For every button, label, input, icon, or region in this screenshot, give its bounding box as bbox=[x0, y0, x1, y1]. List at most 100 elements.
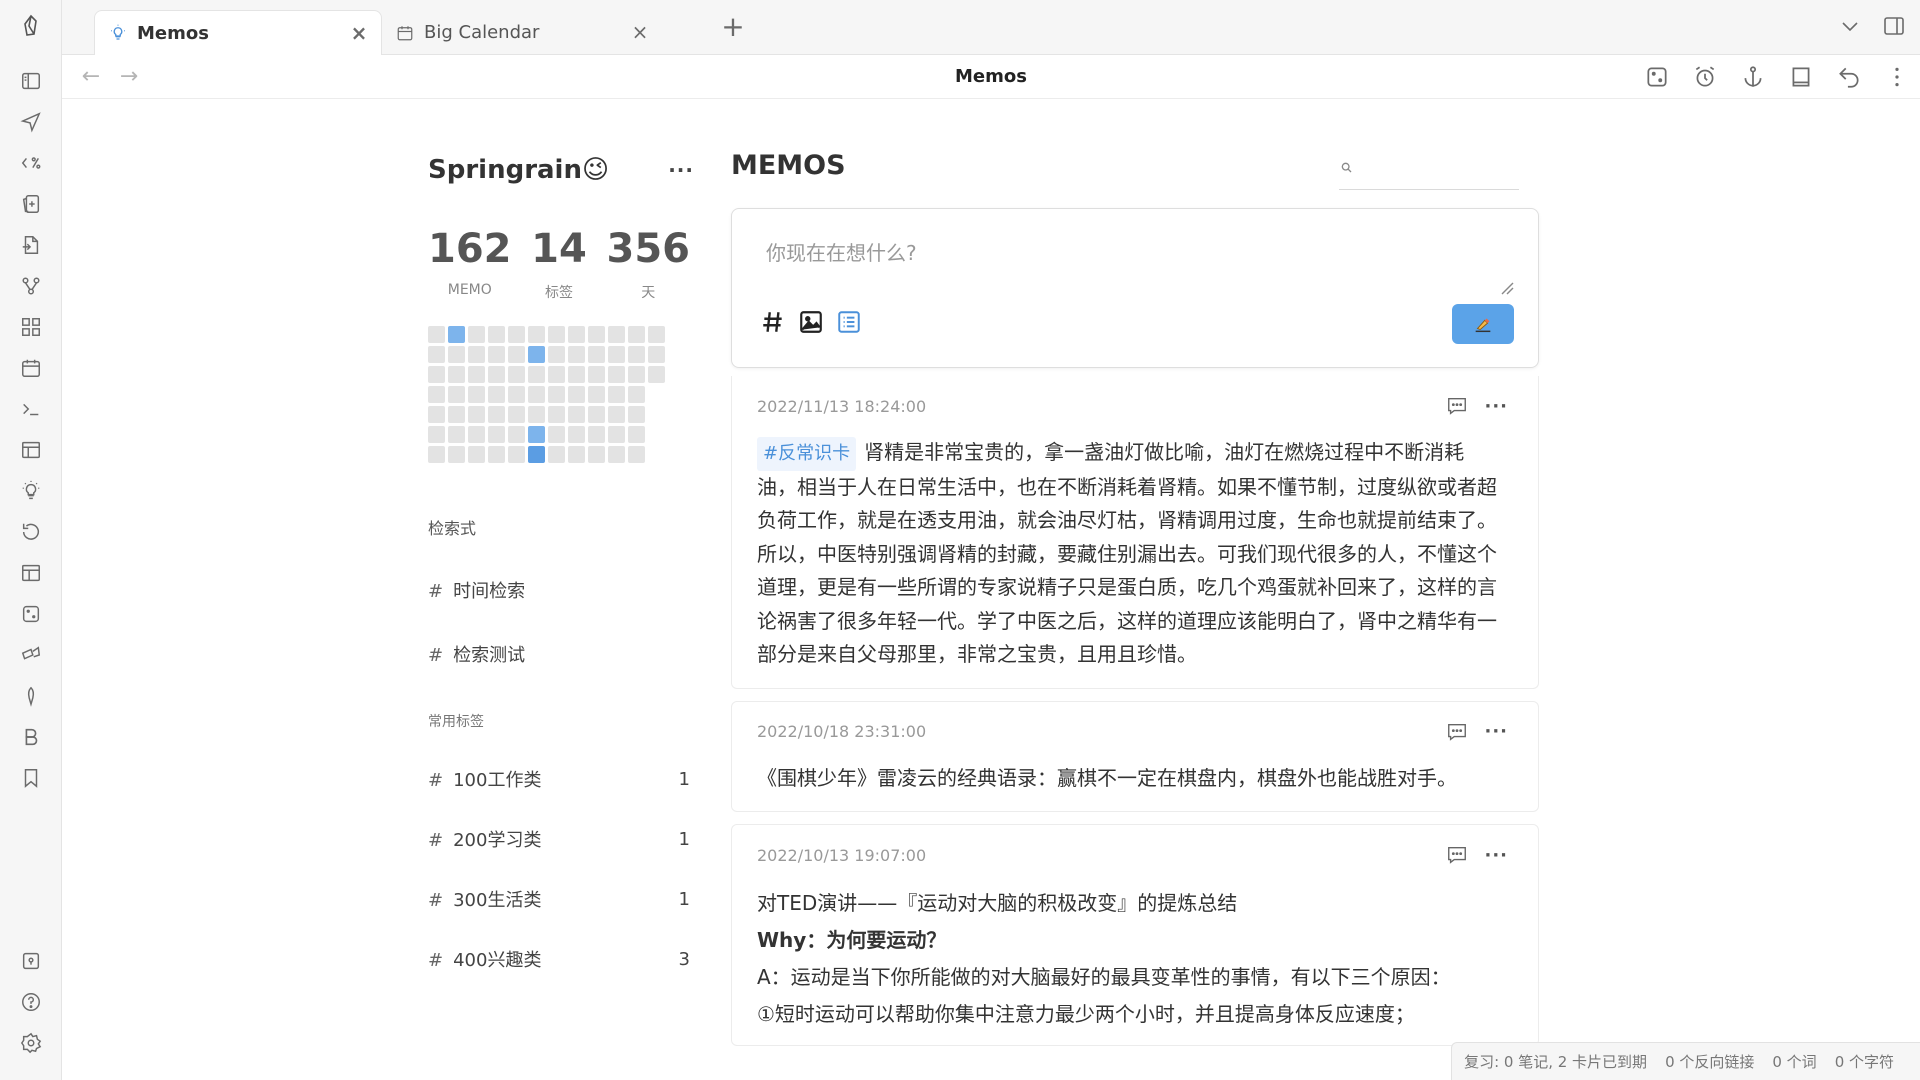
heatmap-cell[interactable] bbox=[428, 426, 445, 443]
heatmap-cell[interactable] bbox=[548, 426, 565, 443]
tag-item[interactable]: #100工作类 1 bbox=[428, 749, 690, 809]
heatmap-cell[interactable] bbox=[608, 426, 625, 443]
comment-icon[interactable] bbox=[1446, 395, 1468, 417]
pen-icon[interactable] bbox=[0, 675, 62, 716]
heatmap-cell[interactable] bbox=[508, 346, 525, 363]
tag-item[interactable]: #300生活类 1 bbox=[428, 869, 690, 929]
heatmap-cell[interactable] bbox=[488, 346, 505, 363]
heatmap-cell[interactable] bbox=[448, 446, 465, 463]
heatmap-cell[interactable] bbox=[528, 426, 545, 443]
heatmap-cell[interactable] bbox=[568, 326, 585, 343]
heatmap-cell[interactable] bbox=[588, 426, 605, 443]
memos-lightbulb-icon[interactable] bbox=[0, 470, 62, 511]
heatmap-cell[interactable] bbox=[568, 406, 585, 423]
heatmap-cell[interactable] bbox=[648, 346, 665, 363]
query-item[interactable]: # 检索测试 bbox=[428, 641, 698, 667]
heatmap-cell[interactable] bbox=[608, 406, 625, 423]
heatmap-cell[interactable] bbox=[568, 346, 585, 363]
heatmap-cell[interactable] bbox=[528, 446, 545, 463]
terminal-icon[interactable] bbox=[0, 388, 62, 429]
heatmap-cell[interactable] bbox=[628, 406, 645, 423]
help-icon[interactable] bbox=[0, 981, 62, 1022]
bookmark-icon[interactable] bbox=[0, 757, 62, 798]
new-tab-button[interactable]: + bbox=[720, 13, 746, 41]
heatmap-cell[interactable] bbox=[568, 366, 585, 383]
heatmap-cell[interactable] bbox=[548, 446, 565, 463]
settings-gear-icon[interactable] bbox=[0, 1022, 62, 1063]
heatmap-cell[interactable] bbox=[428, 366, 445, 383]
comment-icon[interactable] bbox=[1446, 721, 1468, 743]
sidebar-toggle-icon[interactable] bbox=[0, 60, 62, 101]
heatmap-cell[interactable] bbox=[528, 346, 545, 363]
heatmap-cell[interactable] bbox=[588, 446, 605, 463]
heatmap-cell[interactable] bbox=[468, 366, 485, 383]
heatmap-cell[interactable] bbox=[648, 326, 665, 343]
heatmap-cell[interactable] bbox=[628, 426, 645, 443]
heatmap-cell[interactable] bbox=[428, 346, 445, 363]
heatmap-cell[interactable] bbox=[548, 366, 565, 383]
heatmap-cell[interactable] bbox=[608, 446, 625, 463]
memo-editor[interactable]: 你现在在想什么? bbox=[731, 208, 1539, 368]
heatmap-cell[interactable] bbox=[508, 426, 525, 443]
username[interactable]: Springrain😉 bbox=[428, 155, 609, 185]
heatmap-cell[interactable] bbox=[608, 326, 625, 343]
heatmap-cell[interactable] bbox=[588, 366, 605, 383]
heatmap-cell[interactable] bbox=[468, 426, 485, 443]
dice-icon[interactable] bbox=[1644, 64, 1670, 90]
comment-icon[interactable] bbox=[1446, 844, 1468, 866]
memo-more-icon[interactable]: ··· bbox=[1484, 396, 1508, 417]
heatmap-cell[interactable] bbox=[488, 446, 505, 463]
heatmap-cell[interactable] bbox=[568, 446, 585, 463]
graph-icon[interactable] bbox=[0, 265, 62, 306]
heatmap-cell[interactable] bbox=[548, 346, 565, 363]
heatmap-cell[interactable] bbox=[448, 366, 465, 383]
dashboard-icon[interactable] bbox=[0, 306, 62, 347]
vault-switch-icon[interactable] bbox=[0, 940, 62, 981]
memo-date[interactable]: 2022/11/13 18:24:00 bbox=[757, 397, 926, 416]
heatmap-cell[interactable] bbox=[548, 386, 565, 403]
send-icon[interactable] bbox=[0, 101, 62, 142]
heatmap-cell[interactable] bbox=[488, 406, 505, 423]
tab-memos[interactable]: Memos × bbox=[94, 10, 382, 55]
save-memo-button[interactable] bbox=[1452, 304, 1514, 344]
heatmap-cell[interactable] bbox=[488, 386, 505, 403]
heatmap-cell[interactable] bbox=[488, 326, 505, 343]
heatmap-cell[interactable] bbox=[548, 326, 565, 343]
heatmap-cell[interactable] bbox=[468, 386, 485, 403]
tag-item[interactable]: #400兴趣类 3 bbox=[428, 929, 690, 989]
heatmap-cell[interactable] bbox=[608, 366, 625, 383]
tab-big-calendar[interactable]: Big Calendar × bbox=[382, 10, 662, 55]
heatmap-cell[interactable] bbox=[588, 326, 605, 343]
heatmap-cell[interactable] bbox=[528, 326, 545, 343]
heatmap-cell[interactable] bbox=[508, 386, 525, 403]
flashcards-icon[interactable] bbox=[0, 183, 62, 224]
app-logo-icon[interactable] bbox=[19, 14, 43, 38]
more-vertical-icon[interactable] bbox=[1884, 64, 1910, 90]
memo-date[interactable]: 2022/10/13 19:07:00 bbox=[757, 846, 926, 865]
heatmap-cell[interactable] bbox=[628, 366, 645, 383]
heatmap-cell[interactable] bbox=[548, 406, 565, 423]
template-icon[interactable] bbox=[0, 142, 62, 183]
heatmap-cell[interactable] bbox=[448, 426, 465, 443]
heatmap-cell[interactable] bbox=[428, 446, 445, 463]
anchor-icon[interactable] bbox=[1740, 64, 1766, 90]
list-icon[interactable] bbox=[836, 309, 862, 335]
dice-icon[interactable] bbox=[0, 593, 62, 634]
right-sidebar-toggle-icon[interactable] bbox=[1882, 14, 1906, 38]
close-tab-icon[interactable]: × bbox=[630, 22, 650, 42]
hashtag-icon[interactable] bbox=[760, 309, 786, 335]
alarm-clock-icon[interactable] bbox=[1692, 64, 1718, 90]
query-item[interactable]: # 时间检索 bbox=[428, 577, 698, 603]
heatmap-cell[interactable] bbox=[508, 326, 525, 343]
heatmap-cell[interactable] bbox=[628, 446, 645, 463]
heatmap-cell[interactable] bbox=[568, 386, 585, 403]
heatmap-cell[interactable] bbox=[528, 406, 545, 423]
image-icon[interactable] bbox=[798, 309, 824, 335]
heatmap-cell[interactable] bbox=[648, 366, 665, 383]
heatmap-cell[interactable] bbox=[528, 366, 545, 383]
heatmap-cell[interactable] bbox=[588, 346, 605, 363]
heatmap-cell[interactable] bbox=[608, 346, 625, 363]
heatmap-cell[interactable] bbox=[428, 406, 445, 423]
memo-tag[interactable]: #反常识卡 bbox=[757, 437, 857, 471]
heatmap-cell[interactable] bbox=[508, 366, 525, 383]
